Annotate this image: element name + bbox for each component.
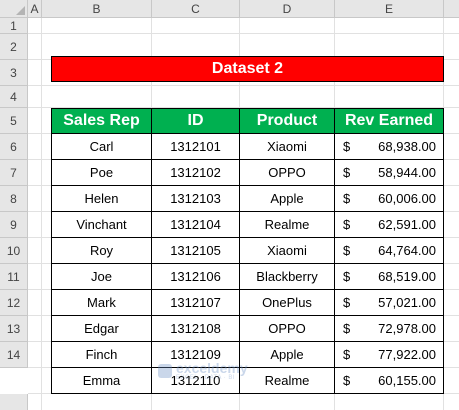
row-header-7[interactable]: 7 <box>0 160 28 186</box>
cell-product[interactable]: Realme <box>240 212 335 238</box>
select-all-corner[interactable] <box>0 0 28 18</box>
cell-id[interactable]: 1312103 <box>152 186 240 212</box>
cell-id[interactable]: 1312105 <box>152 238 240 264</box>
exceldemy-logo-icon <box>158 364 172 378</box>
header-id[interactable]: ID <box>152 108 240 134</box>
cell-sales-rep[interactable]: Mark <box>51 290 152 316</box>
cell-rev-earned[interactable]: $60,006.00 <box>335 186 444 212</box>
currency-symbol: $ <box>343 243 351 258</box>
cell-product[interactable]: Blackberry <box>240 264 335 290</box>
row-header-1[interactable]: 1 <box>0 18 28 34</box>
row-header-12[interactable]: 12 <box>0 290 28 316</box>
row-header-8[interactable]: 8 <box>0 186 28 212</box>
header-rev-earned[interactable]: Rev Earned <box>335 108 444 134</box>
cell-rev-earned[interactable]: $57,021.00 <box>335 290 444 316</box>
currency-symbol: $ <box>343 165 351 180</box>
cell-rev-earned[interactable]: $72,978.00 <box>335 316 444 342</box>
row-header-6[interactable]: 6 <box>0 134 28 160</box>
revenue-amount: 68,519.00 <box>378 269 436 284</box>
cell-product[interactable]: OPPO <box>240 316 335 342</box>
currency-symbol: $ <box>343 373 351 388</box>
cell-rev-earned[interactable]: $62,591.00 <box>335 212 444 238</box>
header-product[interactable]: Product <box>240 108 335 134</box>
watermark-name: exceldemy <box>176 360 248 376</box>
currency-symbol: $ <box>343 321 351 336</box>
select-all-triangle-icon <box>16 6 25 15</box>
column-header-d[interactable]: D <box>240 0 335 18</box>
cell-id[interactable]: 1312101 <box>152 134 240 160</box>
revenue-amount: 57,021.00 <box>378 295 436 310</box>
row-header-11[interactable]: 11 <box>0 264 28 290</box>
header-sales-rep[interactable]: Sales Rep <box>51 108 152 134</box>
cell-sales-rep[interactable]: Vinchant <box>51 212 152 238</box>
cell-sales-rep[interactable]: Carl <box>51 134 152 160</box>
currency-symbol: $ <box>343 139 351 154</box>
cell-rev-earned[interactable]: $77,922.00 <box>335 342 444 368</box>
cell-sales-rep[interactable]: Joe <box>51 264 152 290</box>
dataset-title[interactable]: Dataset 2 <box>51 56 444 82</box>
column-header-e[interactable]: E <box>335 0 444 18</box>
row-header-10[interactable]: 10 <box>0 238 28 264</box>
column-header-b[interactable]: B <box>42 0 152 18</box>
cell-sales-rep[interactable]: Helen <box>51 186 152 212</box>
revenue-amount: 68,938.00 <box>378 139 436 154</box>
currency-symbol: $ <box>343 191 351 206</box>
cell-sales-rep[interactable]: Roy <box>51 238 152 264</box>
row-header-next[interactable] <box>0 394 28 410</box>
cell-id[interactable]: 1312104 <box>152 212 240 238</box>
cell-sales-rep[interactable]: Edgar <box>51 316 152 342</box>
row-header-2[interactable]: 2 <box>0 34 28 60</box>
row-header-4[interactable]: 4 <box>0 86 28 108</box>
currency-symbol: $ <box>343 217 351 232</box>
column-header-a[interactable]: A <box>28 0 42 18</box>
watermark: exceldemy EXCEL · DATA · BI <box>158 361 248 381</box>
row-header-5[interactable]: 5 <box>0 108 28 134</box>
revenue-amount: 60,155.00 <box>378 373 436 388</box>
revenue-amount: 58,944.00 <box>378 165 436 180</box>
cell-sales-rep[interactable]: Finch <box>51 342 152 368</box>
cell-product[interactable]: Xiaomi <box>240 134 335 160</box>
revenue-amount: 62,591.00 <box>378 217 436 232</box>
gridline-horizontal <box>28 33 459 34</box>
cell-id[interactable]: 1312108 <box>152 316 240 342</box>
currency-symbol: $ <box>343 295 351 310</box>
revenue-amount: 72,978.00 <box>378 321 436 336</box>
cell-product[interactable]: OPPO <box>240 160 335 186</box>
cell-sales-rep[interactable]: Emma <box>51 368 152 394</box>
cell-sales-rep[interactable]: Poe <box>51 160 152 186</box>
cell-product[interactable]: OnePlus <box>240 290 335 316</box>
cell-id[interactable]: 1312102 <box>152 160 240 186</box>
gridline-vertical <box>41 18 42 410</box>
row-header-9[interactable]: 9 <box>0 212 28 238</box>
cell-product[interactable]: Apple <box>240 186 335 212</box>
cell-rev-earned[interactable]: $58,944.00 <box>335 160 444 186</box>
cell-rev-earned[interactable]: $60,155.00 <box>335 368 444 394</box>
currency-symbol: $ <box>343 347 351 362</box>
watermark-tagline: EXCEL · DATA · BI <box>176 375 236 381</box>
row-header-14[interactable]: 14 <box>0 342 28 368</box>
revenue-amount: 64,764.00 <box>378 243 436 258</box>
row-header-3[interactable]: 3 <box>0 60 28 86</box>
cell-id[interactable]: 1312106 <box>152 264 240 290</box>
cell-rev-earned[interactable]: $64,764.00 <box>335 238 444 264</box>
row-header-13[interactable]: 13 <box>0 316 28 342</box>
gridline-horizontal <box>28 85 459 86</box>
column-header-next[interactable] <box>444 0 459 18</box>
cell-rev-earned[interactable]: $68,519.00 <box>335 264 444 290</box>
revenue-amount: 60,006.00 <box>378 191 436 206</box>
revenue-amount: 77,922.00 <box>378 347 436 362</box>
cell-id[interactable]: 1312107 <box>152 290 240 316</box>
cell-product[interactable]: Xiaomi <box>240 238 335 264</box>
cell-rev-earned[interactable]: $68,938.00 <box>335 134 444 160</box>
column-header-c[interactable]: C <box>152 0 240 18</box>
currency-symbol: $ <box>343 269 351 284</box>
cell-product[interactable]: Apple <box>240 342 335 368</box>
cell-product[interactable]: Realme <box>240 368 335 394</box>
